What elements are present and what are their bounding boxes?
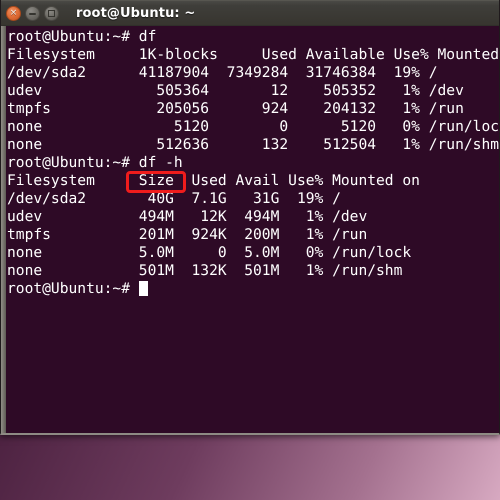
- terminal-line: none 5120 0 5120 0% /run/lock: [7, 118, 500, 135]
- terminal-line: /dev/sda2 40G 7.1G 31G 19% /: [7, 190, 341, 207]
- terminal-line: udev 494M 12K 494M 1% /dev: [7, 208, 368, 225]
- terminal-line: /dev/sda2 41187904 7349284 31746384 19% …: [7, 64, 438, 81]
- terminal-line: udev 505364 12 505352 1% /dev: [7, 82, 464, 99]
- terminal-line: none 501M 132K 501M 1% /run/shm: [7, 262, 403, 279]
- window-title: root@Ubuntu: ~: [76, 6, 196, 21]
- maximize-icon[interactable]: [44, 6, 59, 21]
- terminal-line: none 5.0M 0 5.0M 0% /run/lock: [7, 244, 412, 261]
- terminal-prompt-line: root@Ubuntu:~#: [7, 280, 500, 298]
- terminal-line: root@Ubuntu:~# df: [7, 28, 157, 45]
- window-controls: ×: [6, 6, 59, 21]
- terminal-screen[interactable]: root@Ubuntu:~# df Filesystem 1K-blocks U…: [6, 28, 500, 435]
- terminal-cursor: [138, 281, 148, 296]
- minimize-icon[interactable]: [25, 6, 40, 21]
- terminal-window[interactable]: × root@Ubuntu: ~ root@Ubuntu:~# df Files…: [0, 0, 500, 435]
- terminal-line: none 512636 132 512504 1% /run/shm: [7, 136, 500, 153]
- terminal-line: Filesystem 1K-blocks Used Available Use%…: [7, 46, 500, 63]
- close-icon[interactable]: ×: [6, 6, 21, 21]
- prompt-text: root@Ubuntu:~#: [7, 280, 139, 297]
- terminal-line: Filesystem Size Used Avail Use% Mounted …: [7, 172, 420, 189]
- window-titlebar[interactable]: × root@Ubuntu: ~: [0, 0, 500, 26]
- terminal-line: tmpfs 201M 924K 200M 1% /run: [7, 226, 368, 243]
- terminal-line: tmpfs 205056 924 204132 1% /run: [7, 100, 464, 117]
- terminal-line-command: root@Ubuntu:~# df -h: [7, 154, 183, 171]
- terminal-body[interactable]: root@Ubuntu:~# df Filesystem 1K-blocks U…: [0, 26, 500, 435]
